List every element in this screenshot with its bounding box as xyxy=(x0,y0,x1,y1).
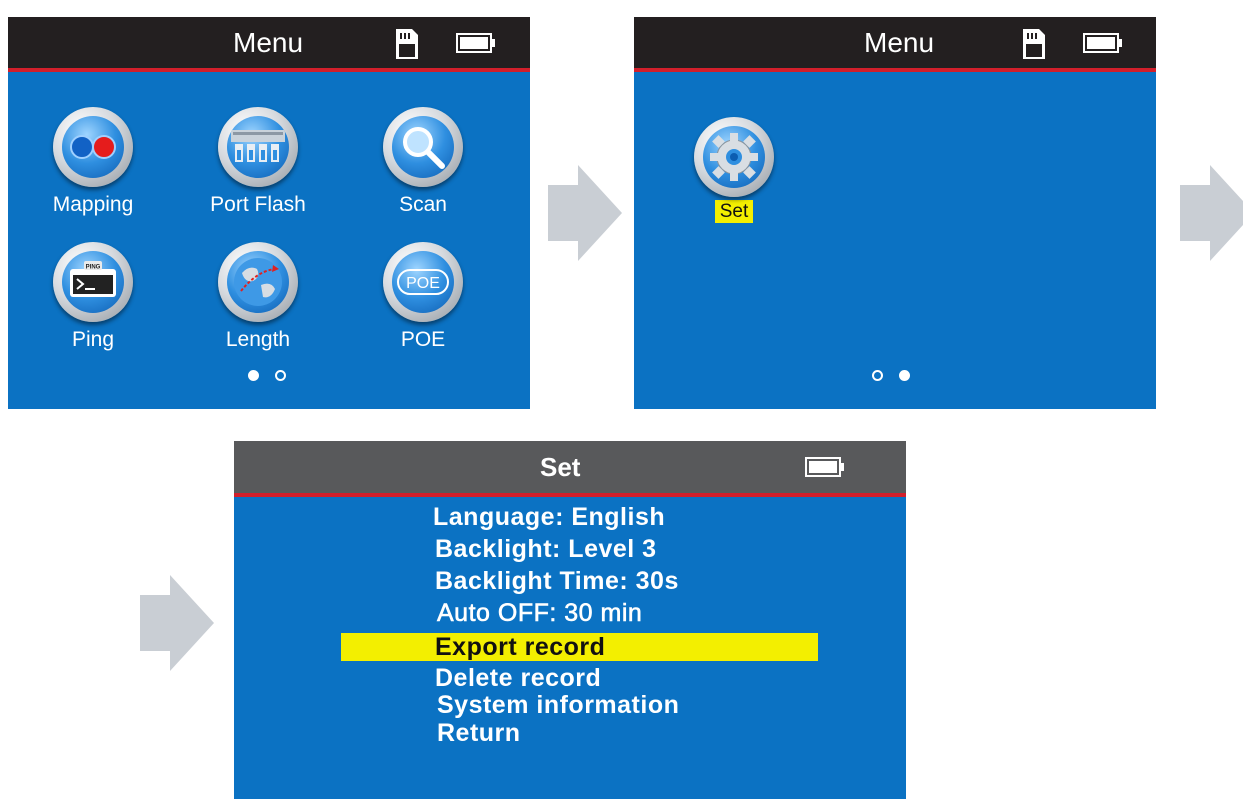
app-length[interactable]: Length xyxy=(193,242,323,352)
app-scan[interactable]: Scan xyxy=(358,107,488,217)
ping-icon: PING xyxy=(62,251,124,313)
gear-icon xyxy=(703,126,765,188)
app-port-flash[interactable]: Port Flash xyxy=(193,107,323,217)
poe-badge-text: POE xyxy=(406,275,440,292)
port-flash-icon xyxy=(227,116,289,178)
app-poe[interactable]: POE POE xyxy=(358,242,488,352)
app-label: Port Flash xyxy=(210,193,306,216)
setting-system-information[interactable]: System information xyxy=(437,691,679,720)
sd-card-icon xyxy=(1023,29,1045,59)
app-mapping[interactable]: Mapping xyxy=(28,107,158,217)
arrow-right-icon xyxy=(548,165,622,261)
page-indicator xyxy=(248,370,286,381)
ping-badge-text: PING xyxy=(86,265,101,271)
setting-return[interactable]: Return xyxy=(437,719,521,748)
page-indicator xyxy=(872,370,910,381)
setting-language[interactable]: Language: English xyxy=(433,503,665,532)
app-label: Scan xyxy=(399,193,447,216)
menu-screen-page-2: Menu Set xyxy=(634,17,1156,409)
app-label: Ping xyxy=(71,328,115,351)
app-label: Length xyxy=(225,328,291,351)
page-dot-active[interactable] xyxy=(899,370,910,381)
battery-icon xyxy=(805,457,844,477)
app-label: POE xyxy=(400,328,446,351)
app-label-selected: Set xyxy=(714,200,754,223)
setting-backlight-time[interactable]: Backlight Time: 30s xyxy=(435,567,679,596)
setting-auto-off[interactable]: Auto OFF: 30 min xyxy=(437,599,642,628)
setting-delete-record[interactable]: Delete record xyxy=(435,664,601,693)
page-dot[interactable] xyxy=(872,370,883,381)
app-set[interactable]: Set xyxy=(669,117,799,223)
set-screen: Set Language: English Backlight: Level 3… xyxy=(234,441,906,799)
battery-icon xyxy=(1083,33,1122,53)
mapping-icon xyxy=(62,116,124,178)
setting-export-record[interactable]: Export record xyxy=(435,633,605,662)
length-icon xyxy=(227,251,289,313)
scan-icon xyxy=(392,116,454,178)
page-dot-active[interactable] xyxy=(248,370,259,381)
title-bar: Menu xyxy=(634,17,1156,72)
arrow-right-icon xyxy=(1180,165,1243,261)
title-bar: Menu xyxy=(8,17,530,72)
screen-title: Set xyxy=(540,452,581,482)
battery-icon xyxy=(456,33,495,53)
sd-card-icon xyxy=(396,29,418,59)
app-ping[interactable]: PING Ping xyxy=(28,242,158,352)
setting-backlight[interactable]: Backlight: Level 3 xyxy=(435,535,657,564)
arrow-right-icon xyxy=(140,575,214,671)
app-label: Mapping xyxy=(52,193,134,216)
title-bar: Set xyxy=(234,441,906,497)
screen-title: Menu xyxy=(864,27,935,58)
screen-title: Menu xyxy=(233,27,304,58)
poe-icon: POE xyxy=(392,251,454,313)
page-dot[interactable] xyxy=(275,370,286,381)
menu-screen-page-1: Menu Mapping Port Flash Scan PING Ping L… xyxy=(8,17,530,409)
